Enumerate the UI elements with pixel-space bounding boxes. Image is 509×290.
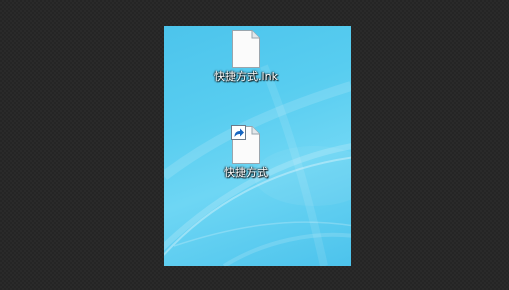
blank-file-icon [231, 29, 261, 69]
desktop-icon-shortcut[interactable]: 快捷方式 [201, 125, 291, 180]
blank-file-icon [231, 125, 261, 165]
desktop-icon-lnk-file[interactable]: 快捷方式.lnk [201, 29, 291, 84]
shortcut-arrow-icon [231, 125, 246, 140]
desktop-area: 快捷方式.lnk 快捷方式 [164, 26, 351, 266]
desktop-icon-label: 快捷方式 [224, 166, 268, 179]
desktop-icon-label: 快捷方式.lnk [214, 70, 278, 83]
